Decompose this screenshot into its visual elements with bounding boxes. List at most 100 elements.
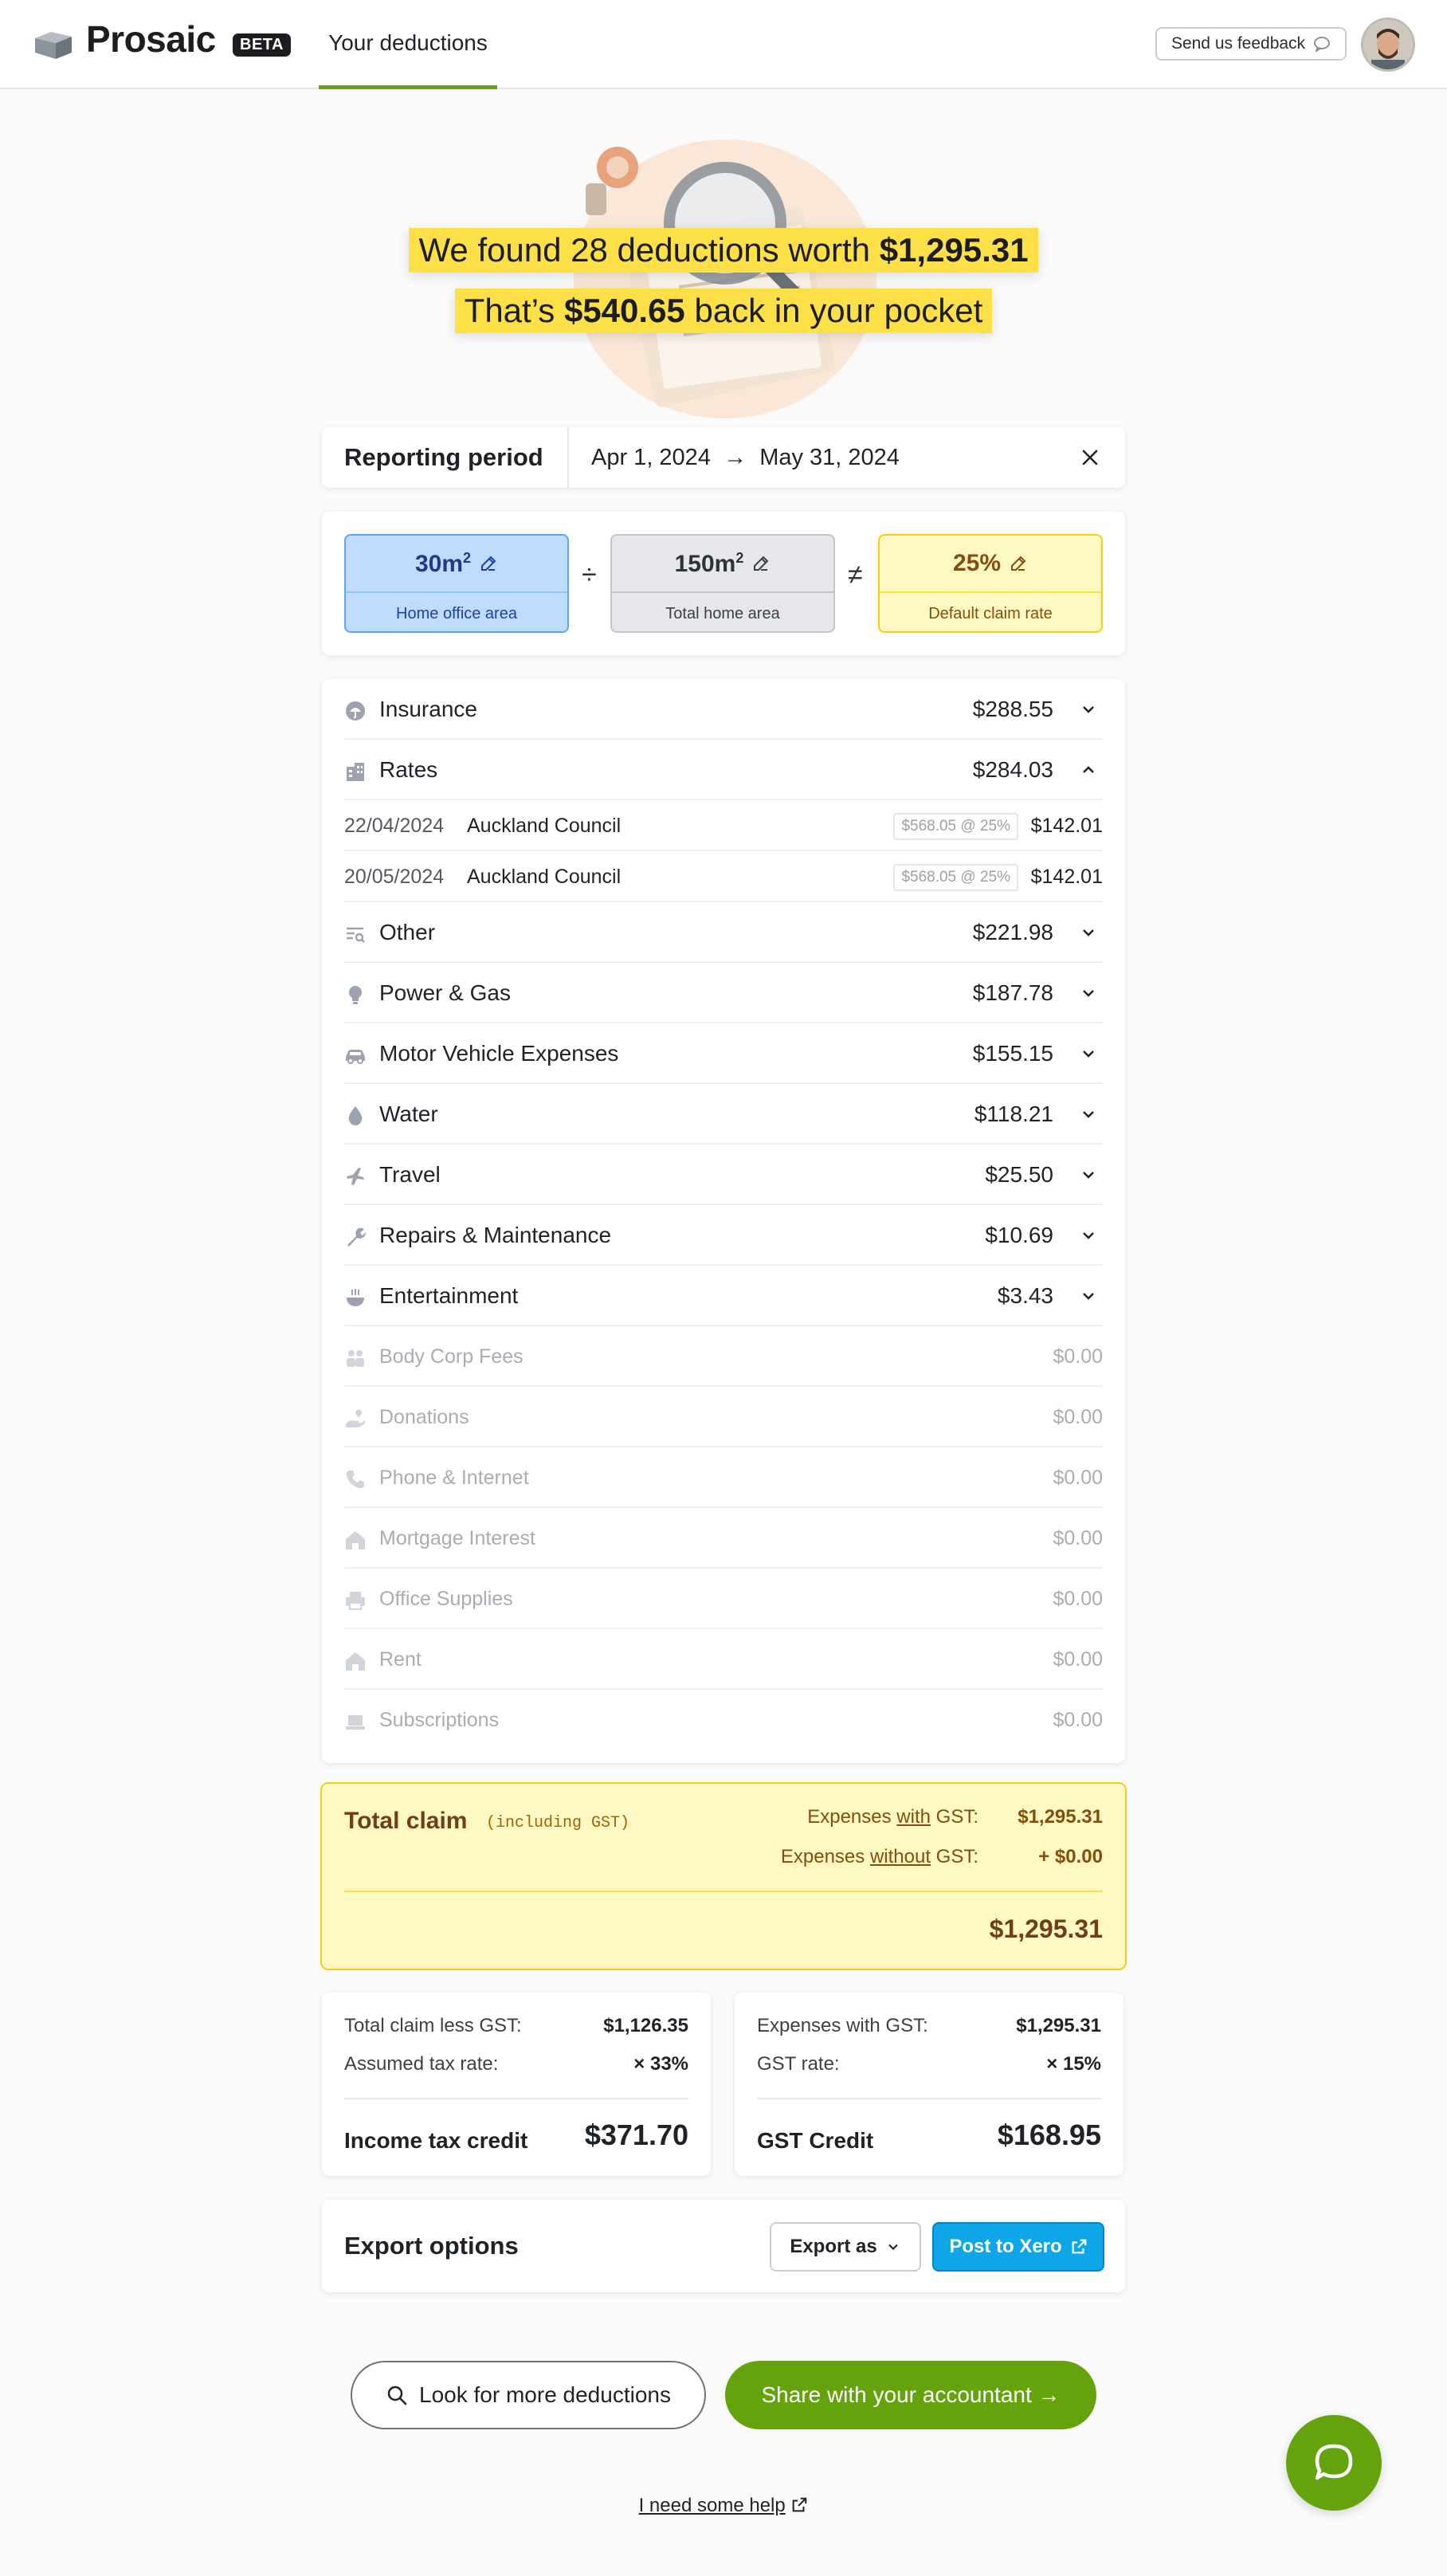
help-link[interactable]: I need some help: [0, 2495, 1447, 2517]
export-options-title: Export options: [344, 2232, 519, 2260]
income-tax-credit-value: $371.70: [584, 2119, 688, 2151]
category-name: Office Supplies: [379, 1588, 513, 1610]
home-icon: [346, 1652, 365, 1671]
category-row-motor-vehicle[interactable]: Motor Vehicle Expenses $155.15: [344, 1023, 1103, 1084]
category-row-travel[interactable]: Travel $25.50: [344, 1145, 1103, 1205]
tab-your-deductions[interactable]: Your deductions: [319, 0, 497, 89]
transaction-amount: $142.01: [1030, 815, 1103, 837]
export-as-button[interactable]: Export as: [770, 2222, 921, 2272]
avatar-face-icon: [1363, 20, 1413, 69]
edit-icon[interactable]: [479, 554, 498, 573]
look-for-more-deductions-button[interactable]: Look for more deductions: [351, 2361, 706, 2429]
external-link-icon: [1072, 2239, 1087, 2254]
category-amount: $0.00: [1053, 1648, 1103, 1671]
savings-suffix: back in your pocket: [684, 292, 983, 329]
category-name: Rent: [379, 1648, 422, 1671]
expenses-without-gst-line: Expenses without GST: + $0.00: [780, 1846, 1103, 1867]
post-to-xero-button[interactable]: Post to Xero: [932, 2222, 1104, 2272]
category-name: Body Corp Fees: [379, 1345, 524, 1368]
transaction-calc-badge: $568.05 @ 25%: [893, 813, 1018, 840]
umbrella-icon: [346, 701, 365, 721]
clear-period-button[interactable]: [1074, 442, 1106, 473]
income-tax-credit-card: Total claim less GST: $1,126.35 Assumed t…: [322, 1993, 711, 2176]
claim-rate-box[interactable]: 25% Default claim rate: [878, 534, 1103, 633]
chevron-down-icon[interactable]: [1079, 1226, 1098, 1245]
transaction-row[interactable]: 22/04/2024 Auckland Council $568.05 @ 25…: [344, 800, 1103, 851]
category-row-mortgage: Mortgage Interest $0.00: [344, 1508, 1103, 1569]
expenses-without-gst-value: + $0.00: [1038, 1846, 1103, 1867]
chevron-down-icon[interactable]: [1079, 1044, 1098, 1063]
category-row-repairs[interactable]: Repairs & Maintenance $10.69: [344, 1205, 1103, 1266]
period-divider: [567, 427, 569, 488]
total-claim-subtitle: (including GST): [486, 1814, 630, 1832]
category-row-other[interactable]: Other $221.98: [344, 902, 1103, 963]
home-office-area-box[interactable]: 30m2 Home office area: [344, 534, 569, 633]
chevron-down-icon[interactable]: [1079, 1105, 1098, 1124]
phone-icon: [346, 1471, 364, 1489]
category-name: Motor Vehicle Expenses: [379, 1041, 619, 1066]
total-claim-card: Total claim (including GST) Expenses wit…: [320, 1782, 1127, 1970]
category-row-entertainment[interactable]: Entertainment $3.43: [344, 1266, 1103, 1326]
reporting-period-range[interactable]: Apr 1, 2024 → May 31, 2024: [591, 427, 900, 488]
total-home-area-box[interactable]: 150m2 Total home area: [610, 534, 835, 633]
category-amount: $0.00: [1053, 1467, 1103, 1489]
headline-deductions: We found 28 deductions worth $1,295.31: [0, 228, 1447, 273]
category-row-subscriptions: Subscriptions $0.00: [344, 1690, 1103, 1750]
hero-illustration: [574, 139, 876, 418]
category-amount: $187.78: [972, 980, 1053, 1005]
category-row-rates[interactable]: Rates $284.03: [344, 740, 1103, 800]
category-amount: $10.69: [985, 1223, 1053, 1247]
share-with-accountant-button[interactable]: Share with your accountant →: [725, 2361, 1096, 2429]
category-row-body-corp: Body Corp Fees $0.00: [344, 1326, 1103, 1387]
feedback-button[interactable]: Send us feedback: [1155, 27, 1347, 61]
chevron-down-icon[interactable]: [1079, 700, 1098, 719]
reporting-period-label: Reporting period: [344, 443, 543, 471]
chevron-down-icon: [888, 2244, 898, 2250]
total-claim-title: Total claim: [344, 1808, 468, 1834]
chevron-down-icon[interactable]: [1079, 984, 1098, 1003]
logo-text[interactable]: Prosaic: [86, 18, 216, 61]
chevron-down-icon[interactable]: [1079, 923, 1098, 942]
area-calculator-card: 30m2 Home office area ÷ 150m2 Total home…: [322, 512, 1125, 655]
category-row-insurance[interactable]: Insurance $288.55: [344, 679, 1103, 740]
category-amount: $284.03: [972, 757, 1053, 782]
gst-credit-card: Expenses with GST: $1,295.31 GST rate: × 1…: [735, 1993, 1123, 2176]
transaction-amount: $142.01: [1030, 866, 1103, 888]
category-name: Insurance: [379, 697, 477, 721]
chevron-down-icon[interactable]: [1079, 1286, 1098, 1306]
hand-heart-icon: [346, 1409, 365, 1427]
home-office-area-label: Home office area: [396, 604, 517, 622]
claim-rate-label: Default claim rate: [928, 604, 1053, 622]
speech-bubble-icon: [1314, 37, 1330, 52]
logo-box-icon: [35, 32, 72, 59]
gst-rate-line: GST rate: × 15%: [757, 2053, 1101, 2075]
category-row-power-gas[interactable]: Power & Gas $187.78: [344, 963, 1103, 1023]
edit-icon[interactable]: [751, 554, 771, 573]
water-drop-icon: [348, 1106, 363, 1125]
transaction-date: 20/05/2024: [344, 866, 445, 888]
period-arrow: →: [724, 445, 747, 470]
transaction-row[interactable]: 20/05/2024 Auckland Council $568.05 @ 25…: [344, 851, 1103, 902]
chevron-up-icon[interactable]: [1079, 760, 1098, 779]
beta-badge: BETA: [233, 33, 291, 57]
claim-less-gst-line: Total claim less GST: $1,126.35: [344, 2015, 688, 2036]
category-name: Other: [379, 920, 436, 944]
total-claim-amount: $1,295.31: [989, 1914, 1103, 1943]
edit-icon[interactable]: [1009, 554, 1028, 573]
category-amount: $25.50: [985, 1162, 1053, 1187]
category-row-water[interactable]: Water $118.21: [344, 1084, 1103, 1145]
chevron-down-icon[interactable]: [1079, 1165, 1098, 1184]
period-end: May 31, 2024: [759, 445, 900, 470]
tax-rate-line: Assumed tax rate: × 33%: [344, 2053, 688, 2075]
period-start: Apr 1, 2024: [591, 445, 711, 470]
chat-bubble-icon: [1315, 2444, 1353, 2480]
laptop-icon: [346, 1715, 365, 1730]
user-avatar[interactable]: [1361, 18, 1415, 72]
category-amount: $288.55: [972, 697, 1053, 721]
category-name: Phone & Internet: [379, 1467, 529, 1489]
category-name: Subscriptions: [379, 1709, 500, 1731]
savings-prefix: That’s: [464, 292, 564, 329]
gst-credit-value: $168.95: [997, 2119, 1101, 2151]
category-name: Donations: [379, 1406, 469, 1428]
deductions-list-card: Insurance $288.55 Rates $284.03 22/04/20…: [322, 679, 1125, 1763]
